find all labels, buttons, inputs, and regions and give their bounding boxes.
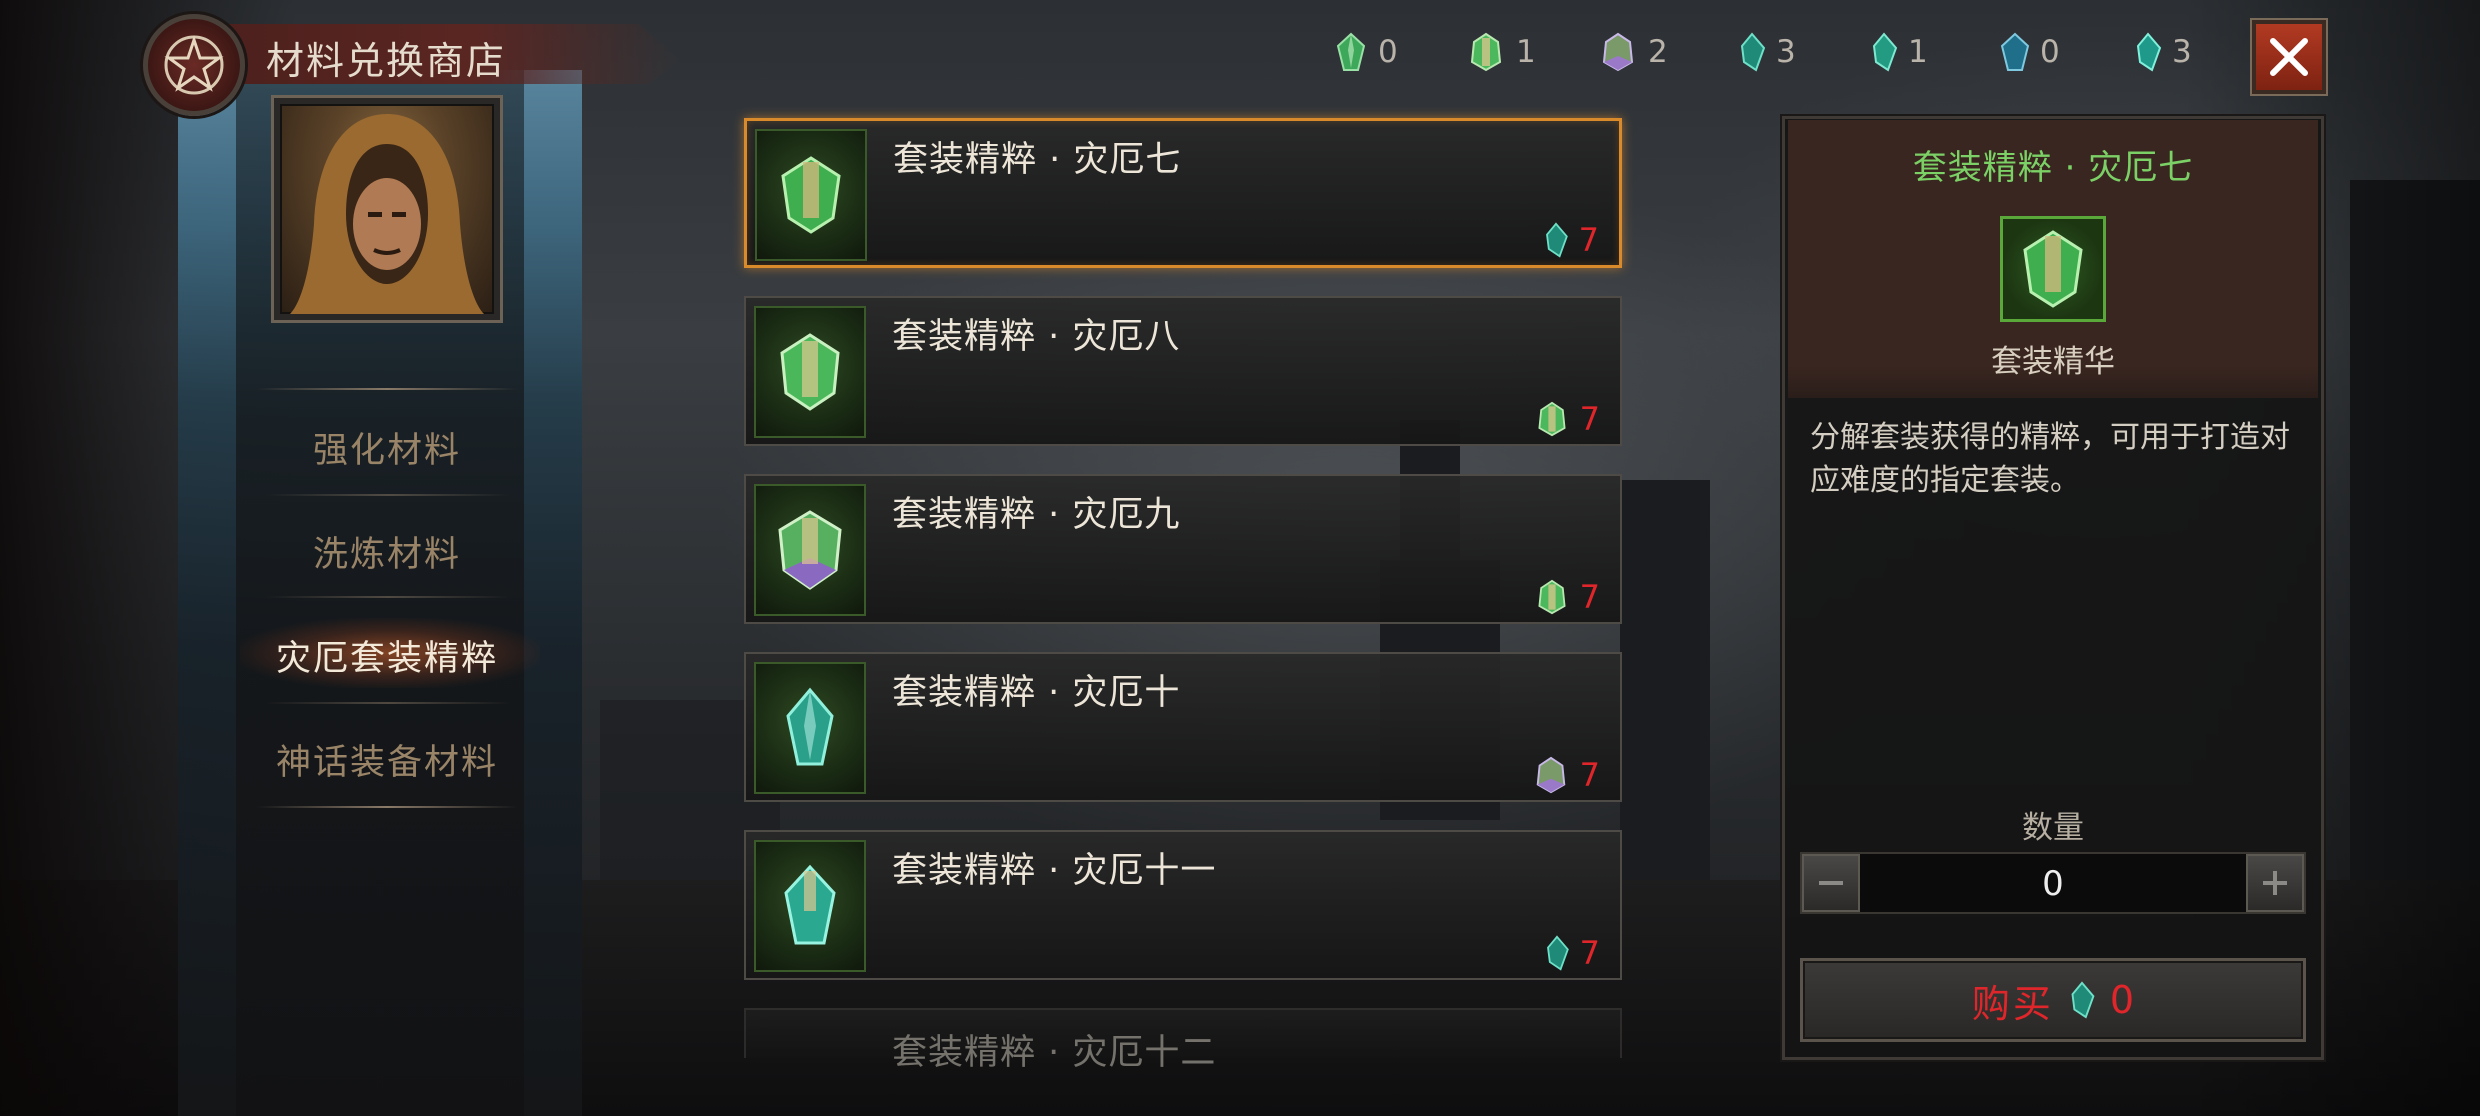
currency-count: 3 <box>1776 34 1796 70</box>
quantity-decrease-button[interactable] <box>1802 854 1860 912</box>
buy-total: 0 <box>2109 978 2135 1022</box>
item-card[interactable]: 套装精粹 · 灾厄十 7 <box>744 652 1622 802</box>
item-icon <box>755 129 867 261</box>
detail-subtitle: 套装精华 <box>1991 344 2115 380</box>
item-price: 7 <box>1532 756 1600 794</box>
sidebar-divider <box>256 806 518 808</box>
detail-item-icon <box>2000 216 2106 322</box>
item-price: 7 <box>1544 934 1600 972</box>
item-name: 套装精粹 · 灾厄七 <box>893 140 1182 180</box>
item-price: 7 <box>1534 578 1600 616</box>
close-button[interactable] <box>2252 20 2326 94</box>
teal-shard-icon <box>2071 981 2095 1019</box>
quantity-label: 数量 <box>2022 810 2084 846</box>
merchant-portrait <box>274 98 500 320</box>
teal-shard-small-icon <box>1872 32 1898 72</box>
currency-teal-shard-small: 1 <box>1870 30 1928 74</box>
sidebar-item-refine-materials[interactable]: 洗炼材料 <box>236 526 538 577</box>
currency-count: 3 <box>2172 34 2192 70</box>
item-name: 套装精粹 · 灾厄十一 <box>892 851 1217 891</box>
teal-shard-icon <box>1546 935 1569 971</box>
currency-purple-green-crystal: 2 <box>1598 30 1668 74</box>
detail-description: 分解套装获得的精粹，可用于打造对应难度的指定套装。 <box>1810 420 2290 498</box>
blue-shard-icon <box>2000 32 2030 71</box>
purple-green-crystal-icon <box>1536 756 1565 794</box>
green-crystal-icon <box>1336 32 1366 71</box>
item-icon <box>754 840 866 972</box>
sidebar-item-enhance-materials[interactable]: 强化材料 <box>236 422 538 473</box>
item-icon <box>754 662 866 794</box>
item-price-value: 7 <box>1579 756 1600 794</box>
sidebar-divider <box>266 702 510 704</box>
currency-count: 2 <box>1648 34 1668 70</box>
item-price-value: 7 <box>1578 221 1599 259</box>
quantity-increase-button[interactable] <box>2246 854 2304 912</box>
item-card[interactable]: 套装精粹 · 灾厄十一 7 <box>744 830 1622 980</box>
item-name: 套装精粹 · 灾厄九 <box>892 495 1181 535</box>
teal-shard-icon <box>1740 32 1766 72</box>
detail-title: 套装精粹 · 灾厄七 <box>1912 148 2194 188</box>
buy-button[interactable]: 购买 0 <box>1800 958 2306 1042</box>
purple-green-crystal-icon <box>1602 32 1634 72</box>
set-essence-icon <box>778 510 842 590</box>
currency-cyan-shard: 3 <box>2134 30 2192 74</box>
currency-green-crystal-cluster: 1 <box>1466 30 1536 74</box>
green-crystal-cluster-icon <box>1470 32 1502 72</box>
cyan-shard-icon <box>2136 32 2162 72</box>
close-icon <box>2270 38 2308 76</box>
item-name: 套装精粹 · 灾厄十二 <box>892 1033 1217 1073</box>
minus-icon <box>1819 881 1843 885</box>
currency-count: 0 <box>2040 34 2060 70</box>
teal-shard-icon <box>1545 222 1568 258</box>
item-price: 7 <box>1543 221 1599 259</box>
sidebar-divider <box>266 596 510 598</box>
currency-blue-shard: 0 <box>2000 30 2060 74</box>
sidebar-divider <box>266 494 510 496</box>
item-card[interactable]: 套装精粹 · 灾厄九 7 <box>744 474 1622 624</box>
currency-count: 1 <box>1908 34 1928 70</box>
sidebar-item-calamity-set-essence[interactable]: 灾厄套装精粹 <box>236 630 538 681</box>
sidebar-divider <box>256 388 518 390</box>
shop-emblem-icon <box>143 14 245 116</box>
item-price: 7 <box>1534 400 1600 438</box>
item-price-value: 7 <box>1579 934 1600 972</box>
sidebar-item-mythic-gear-materials[interactable]: 神话装备材料 <box>236 734 538 785</box>
buy-button-label: 购买 <box>1971 981 2054 1026</box>
item-icon <box>754 484 866 616</box>
quantity-input[interactable]: 0 <box>1870 864 2236 904</box>
set-essence-icon <box>781 156 841 234</box>
item-icon <box>754 306 866 438</box>
green-crystal-cluster-icon <box>1538 579 1566 615</box>
set-essence-icon <box>2023 230 2083 308</box>
currency-green-crystal: 0 <box>1334 30 1398 74</box>
currency-teal-shard: 3 <box>1738 30 1796 74</box>
set-essence-icon <box>784 864 836 945</box>
item-name: 套装精粹 · 灾厄八 <box>892 317 1181 357</box>
item-name: 套装精粹 · 灾厄十 <box>892 673 1181 713</box>
set-essence-icon <box>786 687 834 766</box>
item-card[interactable]: 套装精粹 · 灾厄八 7 <box>744 296 1622 446</box>
item-card[interactable]: 套装精粹 · 灾厄十二 <box>744 1008 1622 1073</box>
item-card[interactable]: 套装精粹 · 灾厄七 7 <box>744 118 1622 268</box>
item-price-value: 7 <box>1579 578 1600 616</box>
currency-count: 1 <box>1516 34 1536 70</box>
set-essence-icon <box>780 333 840 411</box>
currency-count: 0 <box>1378 34 1398 70</box>
page-title: 材料兑换商店 <box>266 39 507 83</box>
green-crystal-cluster-icon <box>1538 401 1566 437</box>
item-price-value: 7 <box>1579 400 1600 438</box>
plus-icon <box>2263 871 2287 895</box>
